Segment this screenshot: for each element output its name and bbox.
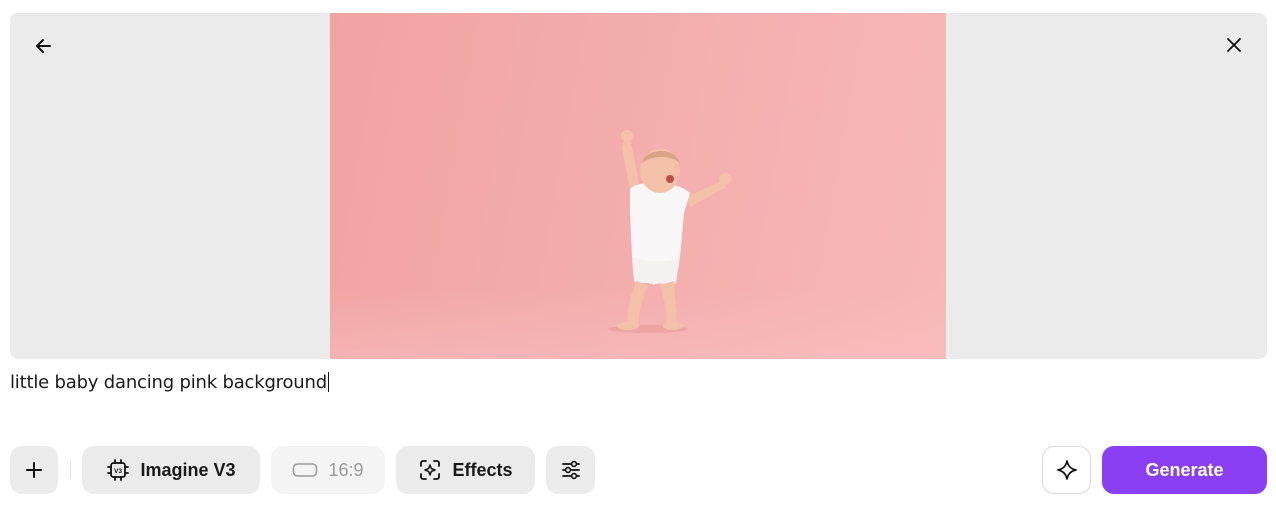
magic-prompt-button[interactable] <box>1042 446 1091 494</box>
aspect-ratio-icon <box>293 463 318 477</box>
effects-label: Effects <box>452 459 513 480</box>
add-button[interactable] <box>10 446 58 494</box>
svg-text:V3: V3 <box>114 468 122 475</box>
settings-button[interactable] <box>546 446 595 494</box>
model-label: Imagine V3 <box>140 459 236 480</box>
generate-button[interactable]: Generate <box>1102 446 1267 494</box>
sliders-icon <box>561 460 580 480</box>
baby-figure <box>608 130 731 333</box>
toolbar-divider <box>70 462 71 478</box>
aspect-ratio-button[interactable]: 16:9 <box>271 446 385 494</box>
close-icon <box>1227 38 1241 52</box>
back-button[interactable] <box>28 30 60 62</box>
image-preview-panel <box>10 13 1267 359</box>
effects-button[interactable]: Effects <box>396 446 535 494</box>
chip-v3-icon: V3 <box>107 459 130 481</box>
generated-image <box>330 13 946 359</box>
model-selector-button[interactable]: V3 Imagine V3 <box>82 446 260 494</box>
prompt-input[interactable]: little baby dancing pink background <box>10 372 329 393</box>
text-caret <box>327 372 329 392</box>
effects-icon <box>420 460 441 480</box>
aspect-ratio-label: 16:9 <box>328 459 364 480</box>
plus-icon <box>26 462 42 478</box>
sparkle-icon <box>1056 460 1077 480</box>
arrow-left-icon <box>36 39 51 53</box>
close-button[interactable] <box>1218 29 1250 61</box>
prompt-text-value: little baby dancing pink background <box>10 372 327 393</box>
generate-label: Generate <box>1145 459 1224 480</box>
